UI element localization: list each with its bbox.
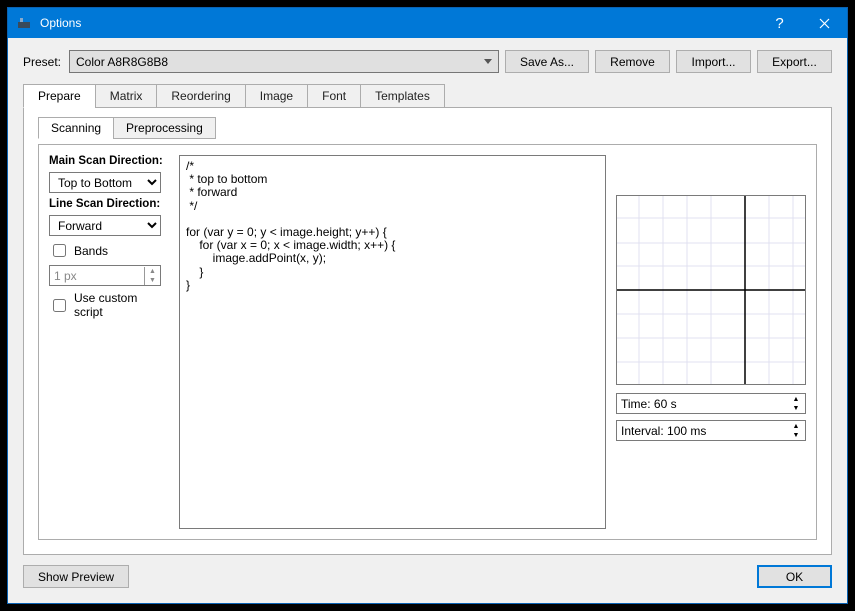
sub-tabs: Scanning Preprocessing bbox=[38, 116, 817, 138]
interval-value: Interval: 100 ms bbox=[621, 424, 789, 438]
tab-matrix[interactable]: Matrix bbox=[95, 84, 158, 108]
bands-checkbox-row[interactable]: Bands bbox=[49, 241, 169, 260]
app-icon bbox=[16, 15, 32, 31]
tab-reordering[interactable]: Reordering bbox=[156, 84, 245, 108]
custom-script-checkbox-row[interactable]: Use custom script bbox=[49, 291, 169, 319]
options-dialog: Options ? Preset: Color A8R8G8B8 Save As… bbox=[7, 7, 848, 604]
remove-button[interactable]: Remove bbox=[595, 50, 670, 73]
save-as-button[interactable]: Save As... bbox=[505, 50, 589, 73]
main-scan-label: Main Scan Direction: bbox=[49, 155, 169, 167]
export-button[interactable]: Export... bbox=[757, 50, 832, 73]
subtab-scanning[interactable]: Scanning bbox=[38, 117, 114, 139]
tab-image[interactable]: Image bbox=[245, 84, 308, 108]
chevron-down-icon bbox=[484, 59, 492, 64]
ok-button[interactable]: OK bbox=[757, 565, 832, 588]
tab-templates[interactable]: Templates bbox=[360, 84, 445, 108]
bands-checkbox[interactable] bbox=[53, 244, 66, 257]
preset-value: Color A8R8G8B8 bbox=[76, 55, 484, 69]
custom-script-label: Use custom script bbox=[74, 291, 169, 319]
bands-value: 1 px bbox=[54, 269, 144, 283]
subtab-preprocessing[interactable]: Preprocessing bbox=[113, 117, 216, 139]
close-button[interactable] bbox=[802, 8, 847, 38]
time-spin[interactable]: Time: 60 s ▲▼ bbox=[616, 393, 806, 414]
tab-body: Scanning Preprocessing Main Scan Directi… bbox=[23, 107, 832, 555]
show-preview-button[interactable]: Show Preview bbox=[23, 565, 129, 588]
scanning-panel: Main Scan Direction: Top to Bottom Line … bbox=[38, 144, 817, 540]
preset-row: Preset: Color A8R8G8B8 Save As... Remove… bbox=[23, 50, 832, 73]
footer-row: Show Preview OK bbox=[23, 565, 832, 588]
window-title: Options bbox=[40, 16, 757, 30]
spinner-arrows[interactable]: ▲▼ bbox=[789, 422, 803, 440]
bands-size-spin: 1 px ▲▼ bbox=[49, 265, 161, 286]
time-value: Time: 60 s bbox=[621, 397, 789, 411]
tab-font[interactable]: Font bbox=[307, 84, 361, 108]
preset-label: Preset: bbox=[23, 55, 61, 69]
main-tabs: Prepare Matrix Reordering Image Font Tem… bbox=[23, 83, 832, 107]
bands-label: Bands bbox=[74, 244, 108, 258]
preview-column: Time: 60 s ▲▼ Interval: 100 ms ▲▼ bbox=[616, 155, 806, 529]
preset-combo[interactable]: Color A8R8G8B8 bbox=[69, 50, 499, 73]
preview-grid bbox=[616, 195, 806, 385]
client-area: Preset: Color A8R8G8B8 Save As... Remove… bbox=[8, 38, 847, 603]
spinner-arrows: ▲▼ bbox=[144, 267, 160, 285]
tab-prepare[interactable]: Prepare bbox=[23, 84, 96, 108]
custom-script-checkbox[interactable] bbox=[53, 299, 66, 312]
import-button[interactable]: Import... bbox=[676, 50, 751, 73]
script-code[interactable]: /* * top to bottom * forward */ for (var… bbox=[179, 155, 606, 529]
line-scan-label: Line Scan Direction: bbox=[49, 198, 169, 210]
main-scan-select[interactable]: Top to Bottom bbox=[49, 172, 161, 193]
titlebar: Options ? bbox=[8, 8, 847, 38]
interval-spin[interactable]: Interval: 100 ms ▲▼ bbox=[616, 420, 806, 441]
spinner-arrows[interactable]: ▲▼ bbox=[789, 395, 803, 413]
scanning-controls: Main Scan Direction: Top to Bottom Line … bbox=[49, 155, 169, 529]
help-button[interactable]: ? bbox=[757, 8, 802, 38]
line-scan-select[interactable]: Forward bbox=[49, 215, 161, 236]
